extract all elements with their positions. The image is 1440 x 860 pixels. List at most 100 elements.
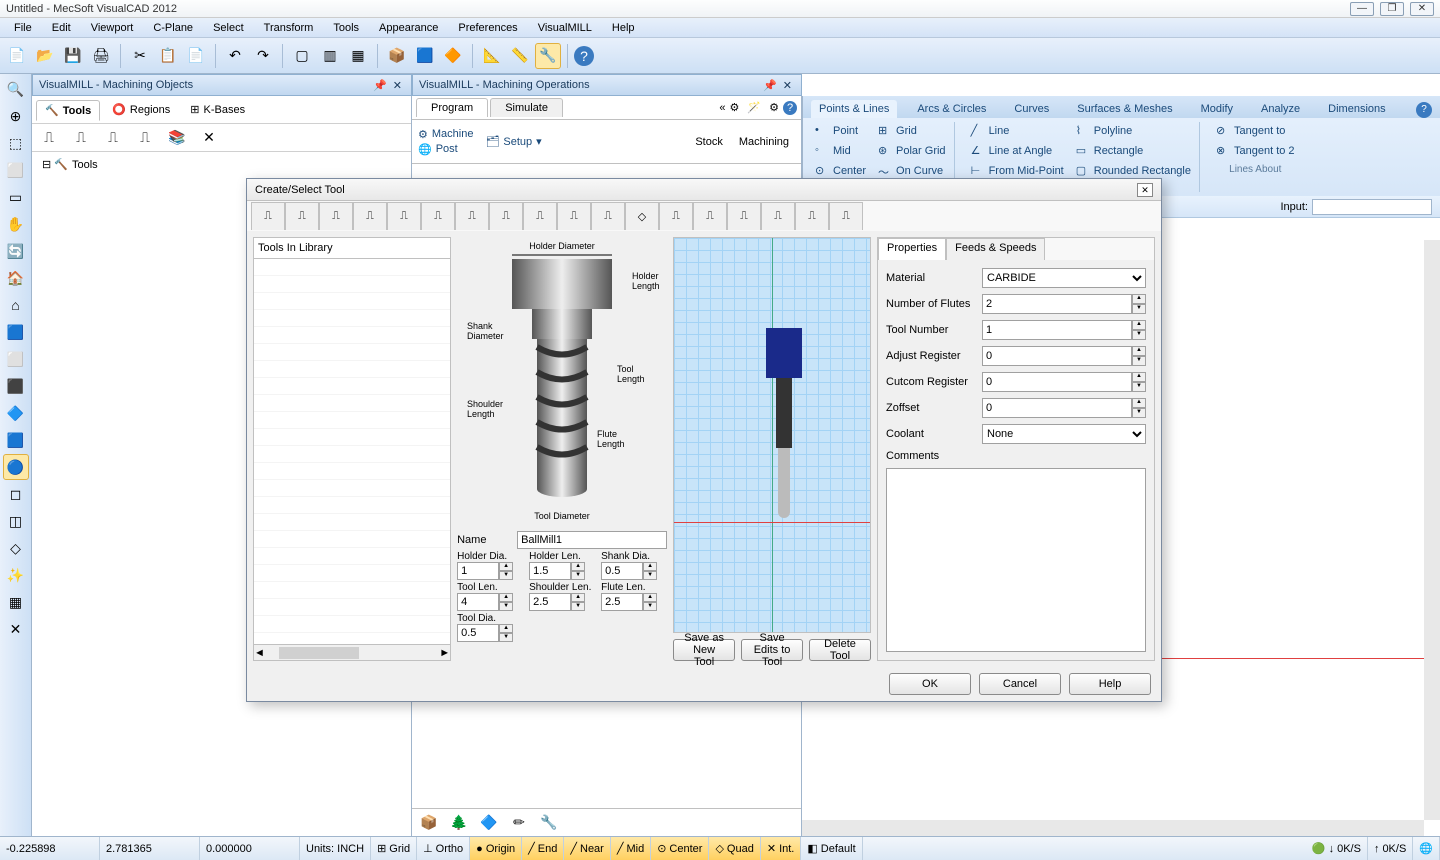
- cancel-button[interactable]: Cancel: [979, 673, 1061, 695]
- ribbon-tab-analyze[interactable]: Analyze: [1253, 100, 1308, 118]
- back-view-icon[interactable]: ⬜: [3, 346, 29, 372]
- cmd-line[interactable]: ╱Line: [971, 122, 1064, 140]
- cmd-mid[interactable]: ◦Mid: [815, 142, 866, 160]
- tool-drill-icon[interactable]: ⎍: [132, 125, 158, 151]
- tooltype-11[interactable]: ⎍: [591, 202, 625, 230]
- tool-flat-icon[interactable]: ⎍: [36, 125, 62, 151]
- holder-dia-up[interactable]: ▲: [499, 562, 513, 571]
- tooltype-8[interactable]: ⎍: [489, 202, 523, 230]
- rect-select-icon[interactable]: ▭: [3, 184, 29, 210]
- rotate-icon[interactable]: 🔄: [3, 238, 29, 264]
- tooltype-5[interactable]: ⎍: [387, 202, 421, 230]
- machining-button[interactable]: Machining: [733, 134, 795, 150]
- undo-icon[interactable]: ↶: [222, 43, 248, 69]
- ribbon-tab-modify[interactable]: Modify: [1193, 100, 1241, 118]
- front-view-icon[interactable]: 🟦: [3, 319, 29, 345]
- tab-regions[interactable]: ⭕ Regions: [104, 100, 178, 119]
- help-button[interactable]: Help: [1069, 673, 1151, 695]
- zoom-window-icon[interactable]: ⬚: [3, 130, 29, 156]
- tooltype-9[interactable]: ⎍: [523, 202, 557, 230]
- save-edits-button[interactable]: Save Edits to Tool: [741, 639, 803, 661]
- ok-button[interactable]: OK: [889, 673, 971, 695]
- library-scrollbar[interactable]: ◄►: [254, 644, 450, 660]
- snap-grid[interactable]: ⊞ Grid: [371, 837, 417, 860]
- stock-button[interactable]: Stock: [689, 134, 729, 150]
- tooltype-13[interactable]: ⎍: [659, 202, 693, 230]
- paste-icon[interactable]: 📄: [183, 43, 209, 69]
- scrollbar-vertical[interactable]: [1424, 240, 1440, 820]
- redo-icon[interactable]: ↷: [250, 43, 276, 69]
- pin-icon[interactable]: 📌: [370, 79, 390, 92]
- toolnum-field[interactable]: [982, 320, 1132, 340]
- tool-len-field[interactable]: [457, 593, 499, 611]
- holder-dia-down[interactable]: ▼: [499, 571, 513, 580]
- cmd-point[interactable]: •Point: [815, 122, 866, 140]
- cmd-tangent[interactable]: ⊘Tangent to: [1216, 122, 1295, 140]
- tooltype-1[interactable]: ⎍: [251, 202, 285, 230]
- tree-root-tools[interactable]: ⊟ 🔨 Tools: [40, 156, 403, 173]
- print-icon[interactable]: 🖨: [88, 43, 114, 69]
- zoom-extents-icon[interactable]: ⬜: [3, 157, 29, 183]
- grid-icon[interactable]: ▦: [3, 589, 29, 615]
- zoom-icon[interactable]: 🔍: [3, 76, 29, 102]
- menu-transform[interactable]: Transform: [254, 20, 324, 36]
- tooltype-3[interactable]: ⎍: [319, 202, 353, 230]
- hidden-icon[interactable]: ◫: [3, 508, 29, 534]
- tool-vee-icon[interactable]: ⎍: [100, 125, 126, 151]
- open-icon[interactable]: 📂: [32, 43, 58, 69]
- ops-icon-2[interactable]: 🌲: [446, 810, 472, 836]
- tooltype-7[interactable]: ⎍: [455, 202, 489, 230]
- home-outline-icon[interactable]: ⌂: [3, 292, 29, 318]
- iso-solid-icon[interactable]: 🟦: [3, 427, 29, 453]
- wireframe-icon[interactable]: ◻: [3, 481, 29, 507]
- shoulder-len-field[interactable]: [529, 593, 571, 611]
- pan-icon[interactable]: ✋: [3, 211, 29, 237]
- snap-mid[interactable]: ╱ Mid: [611, 837, 651, 860]
- cmd-grid[interactable]: ⊞Grid: [878, 122, 946, 140]
- help-icon[interactable]: ?: [783, 101, 797, 115]
- flutes-field[interactable]: [982, 294, 1132, 314]
- ops-icon-5[interactable]: 🔧: [536, 810, 562, 836]
- tooltype-4[interactable]: ⎍: [353, 202, 387, 230]
- menu-preferences[interactable]: Preferences: [448, 20, 527, 36]
- material-select[interactable]: CARBIDE: [982, 268, 1146, 288]
- snap-center[interactable]: ⊙ Center: [651, 837, 709, 860]
- minimize-button[interactable]: —: [1350, 2, 1374, 16]
- tooltype-16[interactable]: ⎍: [761, 202, 795, 230]
- holder-len-field[interactable]: [529, 562, 571, 580]
- tab-program[interactable]: Program: [416, 98, 488, 117]
- save-icon[interactable]: 💾: [60, 43, 86, 69]
- menu-help[interactable]: Help: [602, 20, 645, 36]
- library-list[interactable]: [254, 259, 450, 644]
- snap-near[interactable]: ╱ Near: [564, 837, 610, 860]
- cmd-lineangle[interactable]: ∠Line at Angle: [971, 142, 1064, 160]
- holder-dia-field[interactable]: [457, 562, 499, 580]
- viewport-input[interactable]: [1312, 199, 1432, 215]
- tool-lib-icon[interactable]: 📚: [164, 125, 190, 151]
- home-icon[interactable]: 🏠: [3, 265, 29, 291]
- tool-dia-field[interactable]: [457, 624, 499, 642]
- menu-file[interactable]: File: [4, 20, 42, 36]
- close-icon[interactable]: ✕: [390, 79, 405, 92]
- close-button[interactable]: ✕: [1410, 2, 1434, 16]
- cutcom-field[interactable]: [982, 372, 1132, 392]
- menu-visualmill[interactable]: VisualMILL: [528, 20, 602, 36]
- ribbon-tab-surfaces[interactable]: Surfaces & Meshes: [1069, 100, 1180, 118]
- new-icon[interactable]: 📄: [4, 43, 30, 69]
- menu-cplane[interactable]: C-Plane: [143, 20, 203, 36]
- tab-feeds[interactable]: Feeds & Speeds: [946, 238, 1045, 260]
- box-icon[interactable]: 📦: [384, 43, 410, 69]
- snap-int[interactable]: ✕ Int.: [761, 837, 802, 860]
- tab-kbases[interactable]: ⊞ K-Bases: [182, 100, 253, 119]
- cmd-rectangle[interactable]: ▭Rectangle: [1076, 142, 1191, 160]
- help-icon[interactable]: ?: [574, 46, 594, 66]
- name-field[interactable]: [517, 531, 667, 549]
- ops-icon-1[interactable]: 📦: [416, 810, 442, 836]
- post-button[interactable]: 🌐 Post: [418, 143, 473, 156]
- ops-icon-3[interactable]: 🔷: [476, 810, 502, 836]
- machine-button[interactable]: ⚙ Machine: [418, 128, 473, 141]
- ghost-icon[interactable]: ◇: [3, 535, 29, 561]
- render-icon[interactable]: ✨: [3, 562, 29, 588]
- cmd-polargrid[interactable]: ⊛Polar Grid: [878, 142, 946, 160]
- adjreg-field[interactable]: [982, 346, 1132, 366]
